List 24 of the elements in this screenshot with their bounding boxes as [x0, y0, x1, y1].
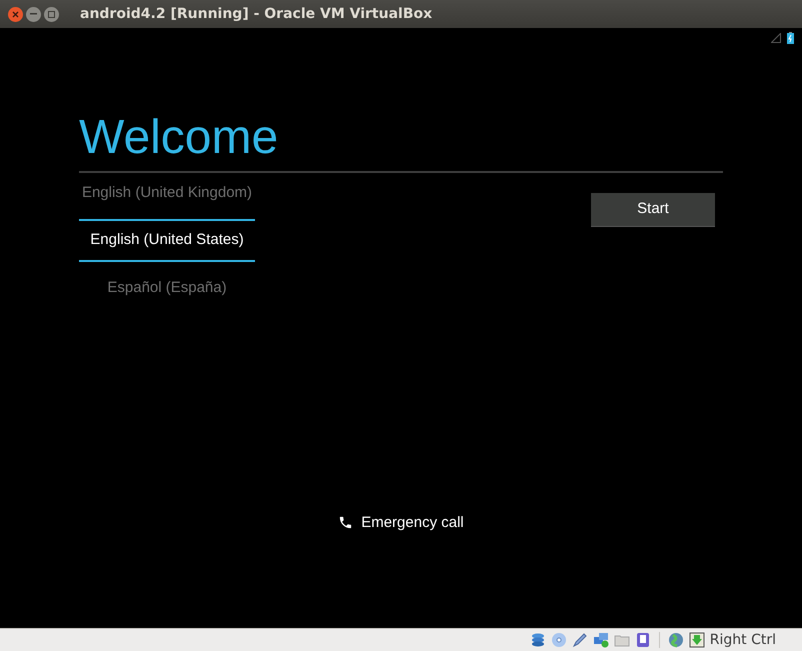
- hard-disk-icon[interactable]: [530, 632, 546, 648]
- chip-icon[interactable]: [634, 632, 651, 648]
- close-icon: [12, 10, 19, 18]
- pen-icon[interactable]: [572, 632, 588, 648]
- signal-icon: [771, 33, 781, 43]
- start-button[interactable]: Start: [591, 193, 715, 226]
- maximize-button[interactable]: [44, 6, 59, 22]
- disc-icon[interactable]: [550, 632, 567, 648]
- window-title: android4.2 [Running] - Oracle VM VirtualBox: [80, 4, 432, 24]
- emergency-call-button[interactable]: Emergency call: [338, 512, 464, 534]
- battery-icon: [787, 32, 794, 44]
- host-key-label: Right Ctrl: [710, 630, 776, 650]
- minimize-icon: [30, 13, 37, 15]
- close-button[interactable]: [8, 6, 23, 22]
- welcome-heading: Welcome: [79, 110, 280, 166]
- phone-icon: [338, 515, 354, 530]
- minimize-button[interactable]: [26, 6, 41, 22]
- network-icon[interactable]: [592, 632, 609, 648]
- globe-icon[interactable]: [668, 632, 684, 648]
- down-arrow-icon[interactable]: [688, 632, 705, 648]
- language-option[interactable]: English (United States): [79, 219, 255, 262]
- language-option[interactable]: Español (España): [79, 268, 255, 308]
- maximize-icon: [48, 10, 55, 18]
- language-option[interactable]: English (United Kingdom): [79, 173, 255, 213]
